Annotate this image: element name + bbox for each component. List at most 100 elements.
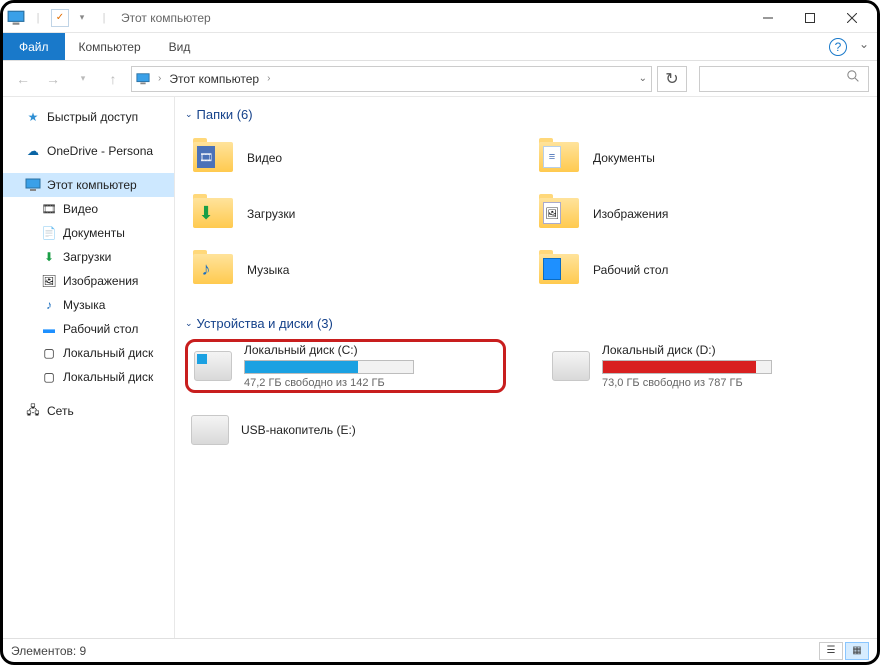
sidebar-item-videos[interactable]: 🎞 Видео xyxy=(3,197,174,221)
body: ★ Быстрый доступ ☁ OneDrive - Persona Эт… xyxy=(3,97,877,638)
address-bar[interactable]: › Этот компьютер › ⌄ xyxy=(131,66,652,92)
item-count: Элементов: 9 xyxy=(11,644,86,658)
file-tab[interactable]: Файл xyxy=(3,33,65,60)
ribbon-expand-icon[interactable]: ⌄ xyxy=(859,37,869,51)
folders-grid: 🎞 Видео ≡ Документы ⬇ Загрузки 🖼 Изображ… xyxy=(185,130,867,298)
breadcrumb-this-pc[interactable]: Этот компьютер xyxy=(169,72,259,86)
ribbon-tab-view[interactable]: Вид xyxy=(155,33,205,60)
view-toggle: ☰ ▦ xyxy=(819,642,869,660)
drive-icon xyxy=(191,415,229,445)
drive-icon xyxy=(194,351,232,381)
refresh-button[interactable]: ↻ xyxy=(657,66,687,92)
navigation-bar: ← → ▾ ↑ › Этот компьютер › ⌄ ↻ xyxy=(3,61,877,97)
nav-up-button[interactable]: ↑ xyxy=(101,67,125,91)
folder-label: Загрузки xyxy=(247,207,295,221)
chevron-down-icon: ⌄ xyxy=(185,109,193,120)
monitor-icon xyxy=(25,177,41,193)
folder-label: Музыка xyxy=(247,263,289,277)
folder-label: Документы xyxy=(593,151,655,165)
chevron-down-icon: ⌄ xyxy=(185,318,193,329)
qat-separator-icon: | xyxy=(29,9,47,27)
drive-item[interactable]: Локальный диск (C:)47,2 ГБ свободно из 1… xyxy=(185,339,506,393)
drive-icon: ▢ xyxy=(41,345,57,361)
maximize-button[interactable] xyxy=(789,4,831,32)
nav-back-button[interactable]: ← xyxy=(11,67,35,91)
minimize-button[interactable] xyxy=(747,4,789,32)
drives-grid: Локальный диск (C:)47,2 ГБ свободно из 1… xyxy=(185,339,867,457)
sidebar-item-pictures[interactable]: 🖼Изображения xyxy=(3,269,174,293)
folder-videos[interactable]: 🎞 Видео xyxy=(185,130,521,186)
folder-icon: 🖼 xyxy=(537,194,583,234)
help-icon[interactable]: ? xyxy=(829,38,847,56)
content-pane: ⌄ Папки (6) 🎞 Видео ≡ Документы ⬇ Загруз… xyxy=(175,97,877,638)
ribbon: Файл Компьютер Вид ⌄ ? xyxy=(3,33,877,61)
drive-name: Локальный диск (D:) xyxy=(602,343,861,357)
folder-label: Видео xyxy=(247,151,282,165)
sidebar-item-desktop[interactable]: ▬Рабочий стол xyxy=(3,317,174,341)
drive-name: USB-накопитель (E:) xyxy=(241,423,500,437)
view-details-button[interactable]: ☰ xyxy=(819,642,843,660)
sidebar-item-local-disk-d[interactable]: ▢Локальный диск xyxy=(3,365,174,389)
sidebar-label: Этот компьютер xyxy=(47,178,137,192)
sidebar-item-network[interactable]: 🖧 Сеть xyxy=(3,399,174,423)
sidebar-label: Музыка xyxy=(63,298,105,312)
folder-pictures[interactable]: 🖼 Изображения xyxy=(531,186,867,242)
status-bar: Элементов: 9 ☰ ▦ xyxy=(3,638,877,662)
quick-access-toolbar: | ✓ ▾ | xyxy=(7,9,113,27)
breadcrumb-chevron-icon: › xyxy=(154,73,165,84)
search-input[interactable] xyxy=(699,66,869,92)
close-button[interactable] xyxy=(831,4,873,32)
group-header-drives[interactable]: ⌄ Устройства и диски (3) xyxy=(185,312,867,339)
explorer-window: | ✓ ▾ | Этот компьютер Файл Компьютер Ви… xyxy=(0,0,880,665)
cloud-icon: ☁ xyxy=(25,143,41,159)
ribbon-tab-computer[interactable]: Компьютер xyxy=(65,33,155,60)
sidebar-item-onedrive[interactable]: ☁ OneDrive - Persona xyxy=(3,139,174,163)
address-dropdown-icon[interactable]: ⌄ xyxy=(639,73,647,84)
sidebar-label: Сеть xyxy=(47,404,74,418)
sidebar-item-downloads[interactable]: ⬇Загрузки xyxy=(3,245,174,269)
sidebar-item-music[interactable]: ♪ Музыка xyxy=(3,293,174,317)
sidebar-label: Локальный диск xyxy=(63,346,153,360)
drive-free-text: 73,0 ГБ свободно из 787 ГБ xyxy=(602,377,861,389)
folder-icon: ♪ xyxy=(191,250,237,290)
sidebar-label: Быстрый доступ xyxy=(47,110,138,124)
sidebar-item-documents[interactable]: 📄Документы xyxy=(3,221,174,245)
drive-item[interactable]: USB-накопитель (E:) xyxy=(185,403,506,457)
drive-info: USB-накопитель (E:) xyxy=(241,423,500,437)
folder-desktop[interactable]: Рабочий стол xyxy=(531,242,867,298)
folder-label: Изображения xyxy=(593,207,668,221)
app-icon xyxy=(7,9,25,27)
sidebar-label: Видео xyxy=(63,202,98,216)
folder-label: Рабочий стол xyxy=(593,263,668,277)
titlebar: | ✓ ▾ | Этот компьютер xyxy=(3,3,877,33)
sidebar-item-this-pc[interactable]: Этот компьютер xyxy=(3,173,174,197)
group-header-folders[interactable]: ⌄ Папки (6) xyxy=(185,103,867,130)
folder-icon: 🎞 xyxy=(191,138,237,178)
breadcrumb-chevron-icon[interactable]: › xyxy=(263,73,274,84)
drive-icon xyxy=(552,351,590,381)
folder-downloads[interactable]: ⬇ Загрузки xyxy=(185,186,521,242)
folder-icon: ⬇ xyxy=(191,194,237,234)
view-large-icons-button[interactable]: ▦ xyxy=(845,642,869,660)
qat-separator-icon: | xyxy=(95,9,113,27)
folder-documents[interactable]: ≡ Документы xyxy=(531,130,867,186)
document-icon: 📄 xyxy=(41,225,57,241)
sidebar-item-local-disk-c[interactable]: ▢ Локальный диск xyxy=(3,341,174,365)
nav-forward-button[interactable]: → xyxy=(41,67,65,91)
group-title: Папки (6) xyxy=(197,107,253,122)
qat-checkbox-icon[interactable]: ✓ xyxy=(51,9,69,27)
drive-item[interactable]: Локальный диск (D:) 73,0 ГБ свободно из 7… xyxy=(546,339,867,393)
sidebar-label: OneDrive - Persona xyxy=(47,144,153,158)
capacity-bar xyxy=(244,360,414,374)
folder-icon xyxy=(537,250,583,290)
film-icon: 🎞 xyxy=(41,201,57,217)
qat-dropdown-icon[interactable]: ▾ xyxy=(73,9,91,27)
capacity-bar xyxy=(602,360,772,374)
window-title: Этот компьютер xyxy=(121,11,211,25)
sidebar-item-quick-access[interactable]: ★ Быстрый доступ xyxy=(3,105,174,129)
star-icon: ★ xyxy=(25,109,41,125)
nav-history-dropdown[interactable]: ▾ xyxy=(71,67,95,91)
folder-music[interactable]: ♪ Музыка xyxy=(185,242,521,298)
music-icon: ♪ xyxy=(41,297,57,313)
download-icon: ⬇ xyxy=(41,249,57,265)
